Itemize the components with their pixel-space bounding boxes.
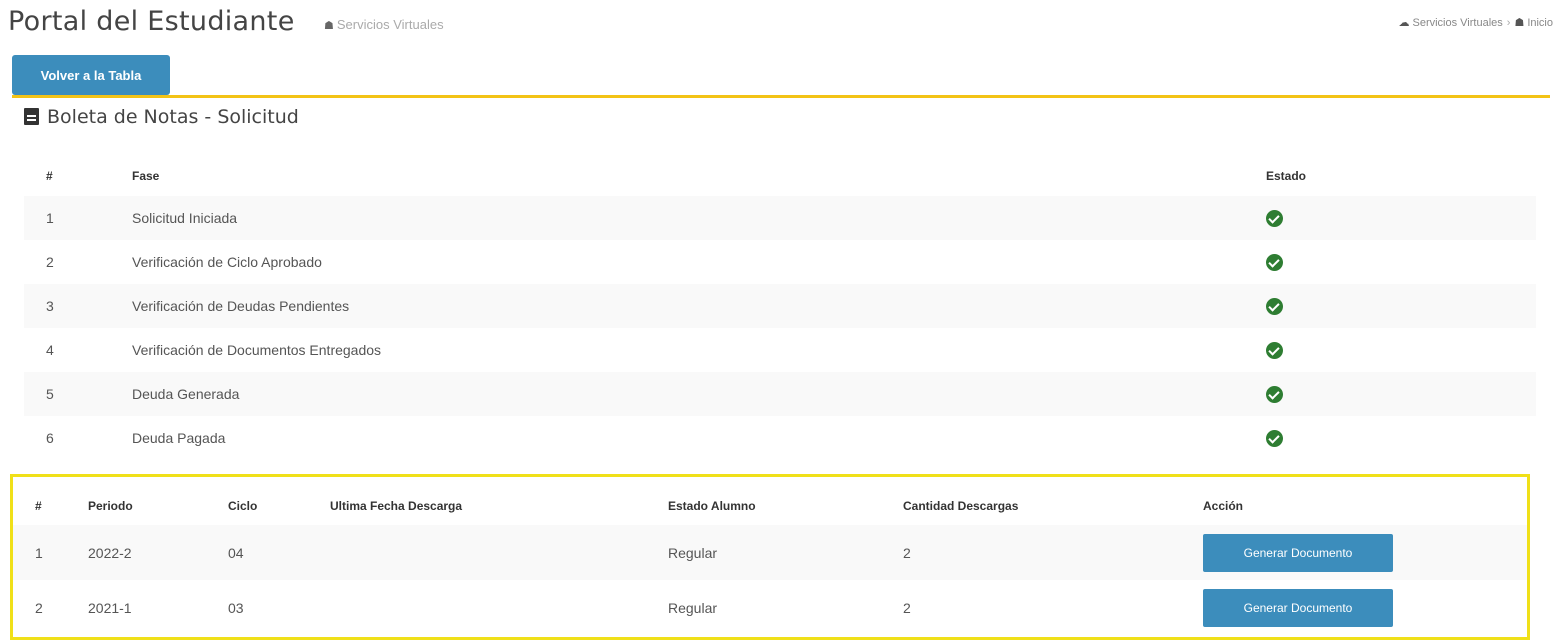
downloads-table: # Periodo Ciclo Ultima Fecha Descarga Es… (13, 487, 1527, 635)
row-estado (1266, 240, 1536, 284)
row-accion: Generar Documento (1203, 525, 1527, 580)
table-row: 1 2022-2 04 Regular 2 Generar Documento (13, 525, 1527, 580)
cloud-icon: ☁ (1398, 17, 1410, 29)
row-estado-alumno: Regular (668, 599, 718, 616)
row-periodo: 2022-2 (88, 544, 132, 561)
check-circle-icon (1266, 385, 1283, 403)
row-fase: Verificación de Deudas Pendientes (132, 298, 350, 314)
row-cantidad: 2 (903, 599, 911, 616)
page-title: Portal del Estudiante (8, 6, 295, 37)
row-num: 4 (46, 342, 54, 358)
table-row: 5 Deuda Generada (24, 372, 1536, 416)
back-to-table-button[interactable]: Volver a la Tabla (12, 55, 170, 95)
breadcrumb-separator: › (1506, 17, 1511, 29)
row-fase: Verificación de Ciclo Aprobado (132, 254, 322, 270)
table-row: 1 Solicitud Iniciada (24, 196, 1536, 240)
page-subtitle: ☗ Servicios Virtuales (324, 17, 444, 32)
generate-document-button[interactable]: Generar Documento (1203, 533, 1393, 572)
row-estado (1266, 284, 1536, 328)
home-icon: ☗ (324, 20, 334, 32)
panel-heading: Boleta de Notas - Solicitud (24, 106, 299, 128)
table-row: 3 Verificación de Deudas Pendientes (24, 284, 1536, 328)
row-estado (1266, 196, 1536, 240)
row-estado (1266, 416, 1536, 460)
column-header-num: # (35, 499, 42, 513)
row-num: 3 (46, 298, 54, 314)
row-fase: Deuda Pagada (132, 430, 226, 446)
column-header-cantidad: Cantidad Descargas (903, 499, 1019, 513)
downloads-section: # Periodo Ciclo Ultima Fecha Descarga Es… (10, 474, 1530, 640)
subtitle-text: Servicios Virtuales (336, 17, 444, 32)
column-header-ciclo: Ciclo (228, 499, 258, 513)
row-num: 5 (46, 386, 54, 402)
phases-table: # Fase Estado 1 Solicitud Iniciada 2 Ver… (24, 156, 1536, 460)
generate-document-button[interactable]: Generar Documento (1203, 588, 1393, 627)
column-header-estado: Estado (1266, 169, 1307, 183)
row-fase: Deuda Generada (132, 386, 240, 402)
row-ciclo: 03 (228, 599, 244, 616)
panel-heading-text: Boleta de Notas - Solicitud (47, 106, 299, 128)
breadcrumb-servicios-link[interactable]: Servicios Virtuales (1412, 17, 1502, 29)
table-header-row: # Periodo Ciclo Ultima Fecha Descarga Es… (13, 487, 1527, 525)
row-accion: Generar Documento (1203, 580, 1527, 635)
row-num: 1 (46, 210, 54, 226)
row-cantidad: 2 (903, 544, 911, 561)
row-fecha (330, 580, 668, 635)
column-header-fecha: Ultima Fecha Descarga (330, 499, 463, 513)
breadcrumb-inicio-link[interactable]: Inicio (1527, 17, 1553, 29)
row-estado (1266, 328, 1536, 372)
row-ciclo: 04 (228, 544, 244, 561)
row-num: 1 (35, 544, 43, 561)
check-circle-icon (1266, 253, 1283, 271)
check-circle-icon (1266, 209, 1283, 227)
table-header-row: # Fase Estado (24, 156, 1536, 196)
page-header: Portal del Estudiante ☗ Servicios Virtual… (0, 0, 1565, 50)
file-icon (24, 108, 39, 125)
column-header-estado-alumno: Estado Alumno (668, 499, 756, 513)
row-estado-alumno: Regular (668, 544, 718, 561)
row-num: 2 (46, 254, 54, 270)
row-fase: Verificación de Documentos Entregados (132, 342, 382, 358)
row-num: 6 (46, 430, 54, 446)
table-row: 2 Verificación de Ciclo Aprobado (24, 240, 1536, 284)
home-icon: ☗ (1514, 17, 1525, 29)
breadcrumb: ☁ Servicios Virtuales › ☗ Inicio (1398, 16, 1553, 29)
table-row: 4 Verificación de Documentos Entregados (24, 328, 1536, 372)
row-fase: Solicitud Iniciada (132, 210, 238, 226)
row-estado (1266, 372, 1536, 416)
table-row: 6 Deuda Pagada (24, 416, 1536, 460)
column-header-accion: Acción (1203, 499, 1244, 513)
row-num: 2 (35, 599, 43, 616)
check-circle-icon (1266, 297, 1283, 315)
column-header-num: # (46, 169, 53, 183)
check-circle-icon (1266, 341, 1283, 359)
row-periodo: 2021-1 (88, 599, 132, 616)
column-header-fase: Fase (132, 169, 160, 183)
check-circle-icon (1266, 429, 1283, 447)
request-panel: Boleta de Notas - Solicitud # Fase Estad… (12, 98, 1550, 472)
row-fecha (330, 525, 668, 580)
column-header-periodo: Periodo (88, 499, 133, 513)
table-row: 2 2021-1 03 Regular 2 Generar Documento (13, 580, 1527, 635)
